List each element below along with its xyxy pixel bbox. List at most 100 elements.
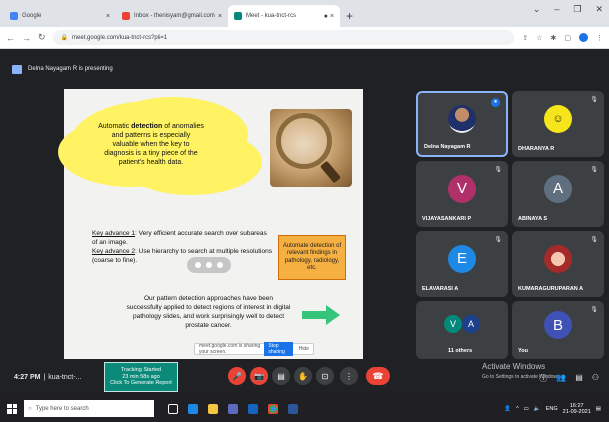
avatar — [448, 105, 476, 134]
url-input[interactable]: 🔒 meet.google.com/kua-tnct-rcs?pli=1 — [52, 30, 515, 45]
presenting-text: Delna Nayagam R is presenting — [28, 66, 113, 72]
participant-name: Delna Nayagam R — [424, 144, 471, 150]
camera-button[interactable]: 📷 — [250, 367, 268, 385]
browser-tab-bar: Google × Inbox - thenisyam@gmail.com × M… — [0, 0, 609, 27]
file-explorer-icon[interactable] — [208, 403, 218, 414]
meeting-info: 4:27 PM | kua-tnct-... — [14, 374, 81, 381]
tab-title: Inbox - thenisyam@gmail.com — [134, 13, 215, 19]
info-icon[interactable]: ⓘ — [539, 373, 547, 384]
participant-tile[interactable]: ● Delna Nayagam R — [416, 91, 508, 157]
notifications-icon[interactable]: ▤ — [596, 406, 601, 412]
meeting-time: 4:27 PM — [14, 373, 41, 381]
shared-slide: Automatic detection of anomalies and pat… — [64, 89, 363, 359]
participant-name: ELAVARASI A — [422, 286, 459, 292]
key-advance-1: Key advance 1: Very efficient accurate s… — [92, 229, 272, 247]
extensions-icon[interactable]: ✱ — [551, 34, 557, 42]
participant-tile[interactable]: 🎙 KUMARAGURUPARAN A — [512, 231, 604, 297]
person-icon[interactable]: 👤 — [504, 406, 511, 412]
participant-tile[interactable]: E 🎙 ELAVARASI A — [416, 231, 508, 297]
self-tile[interactable]: B 🎙 You — [512, 301, 604, 359]
language-indicator[interactable]: ENG — [546, 406, 558, 412]
chat-icon[interactable]: ▤ — [575, 373, 583, 384]
magnifier-image — [270, 109, 352, 187]
people-icon[interactable]: 👥 — [556, 373, 566, 384]
windows-start-icon[interactable] — [7, 403, 17, 414]
store-icon[interactable] — [228, 403, 238, 414]
minimize-button[interactable]: – — [554, 4, 559, 15]
close-tab-icon[interactable]: ● × — [324, 13, 334, 20]
forward-arrow-icon[interactable]: → — [22, 33, 31, 43]
window-controls: ⌄ – ❐ ✕ — [533, 4, 603, 15]
system-clock[interactable]: 16:27 21-09-2021 — [563, 403, 591, 415]
profile-avatar[interactable] — [579, 33, 588, 42]
tab-google[interactable]: Google × — [4, 5, 116, 27]
right-arrow-icon — [302, 305, 340, 325]
task-view-icon[interactable] — [168, 403, 178, 414]
others-label: 11 others — [448, 348, 473, 354]
taskbar-apps — [168, 403, 298, 414]
attendance-tracker-button[interactable]: Tracking Started 23 min 58s ago Click To… — [104, 362, 178, 392]
tab-meet[interactable]: Meet - kua-tnct-rcs ● × — [228, 5, 340, 27]
mic-button[interactable]: 🎤 — [228, 367, 246, 385]
word-icon[interactable] — [288, 403, 298, 414]
others-avatars: V A — [444, 315, 480, 334]
edge-icon[interactable] — [188, 403, 198, 414]
chevron-up-icon[interactable]: ^ — [516, 406, 519, 412]
more-options-button[interactable]: ⋮ — [340, 367, 358, 385]
chevron-down-icon[interactable]: ⌄ — [533, 4, 541, 15]
battery-icon[interactable]: ▭ — [524, 406, 529, 412]
participant-name: KUMARAGURUPARAN A — [518, 286, 584, 292]
key-advances: Key advance 1: Very efficient accurate s… — [92, 229, 272, 265]
mic-off-icon: 🎙 — [590, 167, 598, 173]
share-icon[interactable]: ⇪ — [522, 34, 528, 42]
volume-icon[interactable]: 🔈 — [534, 406, 541, 412]
avatar: ☺ — [544, 104, 572, 133]
participant-name: VIJAYASANKARI P — [422, 216, 472, 222]
browser-tools: ⇪ ☆ ✱ ▢ ⋮ — [522, 33, 603, 42]
mic-off-icon: 🎙 — [494, 237, 502, 243]
end-call-button[interactable]: ☎ — [366, 367, 390, 385]
maximize-button[interactable]: ❐ — [573, 4, 581, 15]
chrome-icon[interactable] — [268, 403, 278, 414]
close-tab-icon[interactable]: × — [218, 13, 222, 20]
magnifier-handle — [319, 160, 342, 184]
mic-off-icon: 🎙 — [590, 307, 598, 313]
windows-taskbar: ○ Type here to search 👤 ^ ▭ 🔈 ENG 16:27 … — [0, 395, 609, 422]
cloud-text-bold: detection — [131, 122, 163, 130]
mic-off-icon: 🎙 — [590, 97, 598, 103]
cloud-text: Automatic detection of anomalies and pat… — [98, 122, 204, 167]
avatar — [544, 244, 572, 273]
participant-name: DHARANYA R — [518, 146, 555, 152]
mail-icon[interactable] — [248, 403, 258, 414]
captions-button[interactable]: ▤ — [272, 367, 290, 385]
stop-sharing-button[interactable]: Stop sharing — [264, 342, 293, 356]
close-tab-icon[interactable]: × — [106, 13, 110, 20]
reload-icon[interactable]: ↻ — [38, 32, 46, 43]
star-icon[interactable]: ☆ — [536, 34, 542, 42]
avatar: V — [444, 315, 462, 334]
new-tab-button[interactable]: + — [346, 9, 353, 23]
participant-tile[interactable]: A 🎙 ABINAYA S — [512, 161, 604, 227]
tab-gmail[interactable]: Inbox - thenisyam@gmail.com × — [116, 5, 228, 27]
present-screen-icon — [12, 64, 22, 74]
taskbar-search-input[interactable]: ○ Type here to search — [24, 400, 154, 417]
system-tray: 👤 ^ ▭ 🔈 ENG 16:27 21-09-2021 ▤ — [504, 403, 609, 415]
hide-button[interactable]: Hide — [299, 346, 309, 352]
activities-icon[interactable]: ⚇ — [592, 373, 599, 384]
key-advance-2-label: Key advance 2 — [92, 248, 136, 255]
others-tile[interactable]: V A 11 others — [416, 301, 508, 359]
close-window-button[interactable]: ✕ — [595, 4, 603, 15]
back-arrow-icon[interactable]: ← — [6, 33, 15, 43]
magnifier-lens — [276, 113, 332, 169]
address-bar-row: ← → ↻ 🔒 meet.google.com/kua-tnct-rcs?pli… — [0, 27, 609, 49]
participant-tile[interactable]: V 🎙 VIJAYASANKARI P — [416, 161, 508, 227]
raise-hand-button[interactable]: ✋ — [294, 367, 312, 385]
gmail-icon — [122, 12, 130, 20]
menu-icon[interactable]: ⋮ — [596, 34, 603, 42]
present-button[interactable]: ⊡ — [316, 367, 334, 385]
tab-search-icon[interactable]: ▢ — [564, 34, 571, 42]
activate-title: Activate Windows — [482, 362, 546, 371]
avatar: A — [544, 174, 572, 203]
avatar: B — [544, 311, 572, 340]
participant-tile[interactable]: ☺ 🎙 DHARANYA R — [512, 91, 604, 157]
